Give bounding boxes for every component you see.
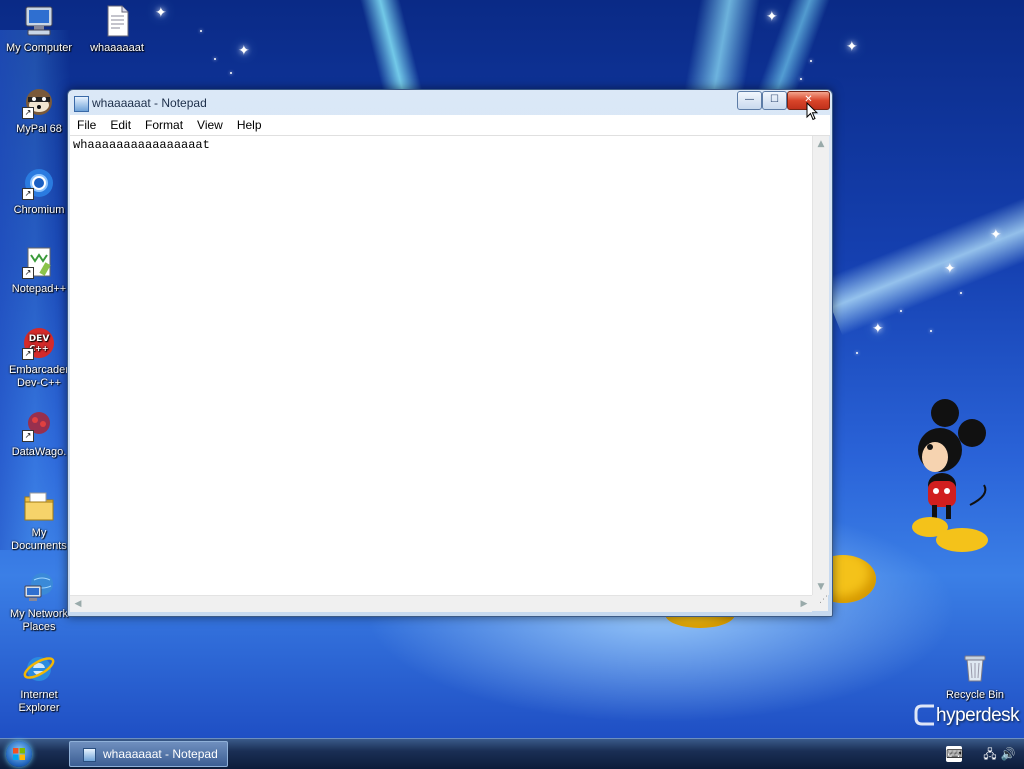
- scroll-up-arrow-icon[interactable]: ▲: [813, 136, 829, 152]
- menu-bar: File Edit Format View Help: [70, 115, 830, 136]
- horizontal-scrollbar[interactable]: ◀ ▶: [70, 595, 812, 612]
- vertical-scrollbar[interactable]: ▲ ▼: [812, 136, 829, 595]
- my-documents-icon: [22, 489, 56, 523]
- star-dot: [800, 78, 802, 80]
- sparkle-decoration: ✦: [944, 261, 956, 277]
- notepad-plus-plus-icon: ↗: [22, 245, 56, 279]
- star-dot: [214, 58, 216, 60]
- menu-format[interactable]: Format: [138, 115, 190, 135]
- mouse-cursor-icon: [806, 102, 818, 121]
- desktop-icon-internet-explorer[interactable]: Internet Explorer: [1, 651, 77, 715]
- desktop-icon-label: Embarcader Dev-C++: [9, 364, 69, 389]
- taskbar: whaaaaaat - Notepad ⌨ 🖧 🔊: [0, 738, 1024, 769]
- minimize-button[interactable]: —: [737, 91, 762, 110]
- text-editor-area[interactable]: whaaaaaaaaaaaaaaaat: [70, 136, 812, 595]
- desktop-icon-dev-cpp[interactable]: DEV C++ ↗ Embarcader Dev-C++: [1, 326, 77, 390]
- scroll-down-arrow-icon[interactable]: ▼: [813, 579, 829, 595]
- network-icon[interactable]: 🖧: [982, 746, 998, 762]
- desktop-icon-whaaaaaat[interactable]: whaaaaaat: [79, 4, 155, 55]
- star-dot: [230, 72, 232, 74]
- network-places-icon: [22, 570, 56, 604]
- star-dot: [900, 310, 902, 312]
- desktop-icon-label: DataWago.: [11, 446, 67, 458]
- desktop-icon-recycle-bin[interactable]: Recycle Bin: [937, 651, 1013, 702]
- scroll-right-arrow-icon[interactable]: ▶: [796, 596, 812, 612]
- keyboard-icon[interactable]: ⌨: [946, 746, 963, 762]
- internet-explorer-icon: [22, 651, 56, 685]
- recycle-bin-icon: [958, 651, 992, 685]
- cartoon-mouse-illustration: [912, 399, 988, 552]
- svg-text:DEV: DEV: [29, 334, 50, 344]
- desktop-icon-chromium[interactable]: ↗ Chromium: [1, 166, 77, 217]
- my-computer-icon: [22, 4, 56, 38]
- start-button[interactable]: [6, 741, 32, 767]
- desktop-icon-label: My Network Places: [9, 608, 69, 633]
- window-title-bar[interactable]: whaaaaaat - Notepad — ☐ ✕: [68, 90, 832, 115]
- desktop-icon-label: My Computer: [5, 42, 73, 54]
- chromium-icon: ↗: [22, 166, 56, 200]
- light-beam-decoration: [820, 190, 1024, 336]
- dev-cpp-icon: DEV C++ ↗: [22, 326, 56, 360]
- desktop-icon-label: Internet Explorer: [18, 689, 60, 714]
- menu-file[interactable]: File: [70, 115, 103, 135]
- desktop-icon-my-computer[interactable]: My Computer: [1, 4, 77, 55]
- windows-logo-icon: [13, 748, 25, 760]
- desktop-icon-datawago[interactable]: ↗ DataWago.: [1, 408, 77, 459]
- star-dot: [856, 352, 858, 354]
- star-dot: [810, 60, 812, 62]
- sparkle-decoration: ✦: [238, 43, 250, 59]
- desktop-icon-label: My Documents: [11, 527, 67, 552]
- brand-text: hyperdesk: [936, 705, 1020, 726]
- shortcut-arrow-icon: ↗: [22, 188, 34, 200]
- desktop-icon-label: Recycle Bin: [945, 689, 1005, 701]
- desktop-icon-my-documents[interactable]: My Documents: [1, 489, 77, 553]
- editor-content[interactable]: whaaaaaaaaaaaaaaaat: [73, 138, 210, 152]
- menu-edit[interactable]: Edit: [103, 115, 138, 135]
- notepad-icon: [83, 748, 96, 762]
- shortcut-arrow-icon: ↗: [22, 430, 34, 442]
- star-dot: [200, 30, 202, 32]
- text-file-icon: [100, 4, 134, 38]
- sparkle-decoration: ✦: [990, 227, 1002, 243]
- light-beam-decoration: [360, 0, 423, 90]
- star-dot: [930, 330, 932, 332]
- star-dot: [960, 292, 962, 294]
- datawago-icon: ↗: [22, 408, 56, 442]
- sparkle-decoration: ✦: [872, 321, 884, 337]
- desktop-icon-label: Notepad++: [11, 283, 67, 295]
- menu-view[interactable]: View: [190, 115, 230, 135]
- desktop-icon-label: Chromium: [13, 204, 65, 216]
- sparkle-decoration: ✦: [846, 39, 858, 55]
- scroll-left-arrow-icon[interactable]: ◀: [70, 596, 86, 612]
- mypal-browser-icon: ↗: [22, 85, 56, 119]
- maximize-button[interactable]: ☐: [762, 91, 787, 110]
- sparkle-decoration: ✦: [766, 9, 778, 25]
- system-tray: ⌨ 🖧 🔊: [940, 741, 1024, 767]
- menu-help[interactable]: Help: [230, 115, 269, 135]
- shortcut-arrow-icon: ↗: [22, 348, 34, 360]
- window-title: whaaaaaat - Notepad: [92, 96, 207, 110]
- notepad-window[interactable]: whaaaaaat - Notepad — ☐ ✕ File Edit Format…: [67, 89, 833, 617]
- sparkle-decoration: ✦: [155, 5, 167, 21]
- shortcut-arrow-icon: ↗: [22, 267, 34, 279]
- desktop-icon-network-places[interactable]: My Network Places: [1, 570, 77, 634]
- taskbar-button-notepad[interactable]: whaaaaaat - Notepad: [69, 741, 228, 767]
- volume-icon[interactable]: 🔊: [1000, 746, 1016, 762]
- taskbar-button-label: whaaaaaat - Notepad: [103, 747, 218, 761]
- desktop-icon-mypal[interactable]: ↗ MyPal 68: [1, 85, 77, 136]
- desktop-icon-label: MyPal 68: [16, 123, 62, 135]
- light-beam-decoration: [684, 0, 760, 90]
- notepad-icon: [74, 96, 89, 112]
- resize-grip-icon[interactable]: ⋰: [812, 595, 828, 611]
- desktop-icon-notepad-plus-plus[interactable]: ↗ Notepad++: [1, 245, 77, 296]
- desktop-icon-label: whaaaaaat: [90, 42, 144, 54]
- shortcut-arrow-icon: ↗: [22, 107, 34, 119]
